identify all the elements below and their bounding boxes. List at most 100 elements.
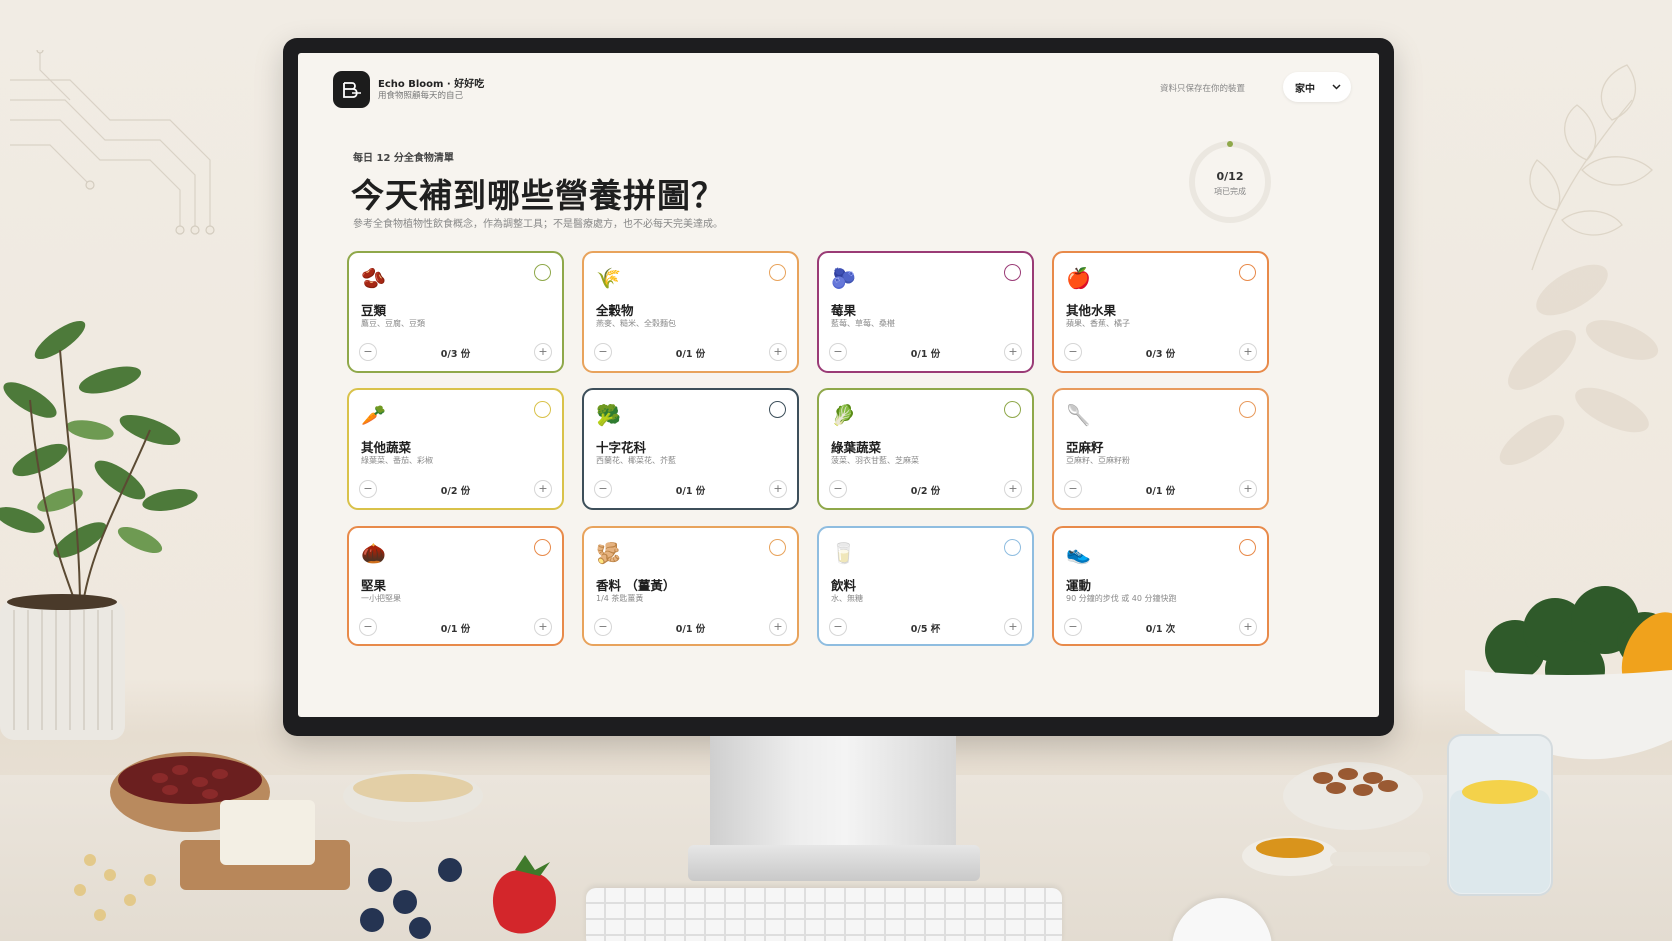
food-card-leafy-greens[interactable]: 🥬 綠葉蔬菜 菠菜、羽衣甘藍、芝麻菜 0/2 份 − + xyxy=(817,388,1034,510)
oats-bowl xyxy=(343,770,483,822)
complete-checkbox[interactable] xyxy=(1004,401,1021,418)
serving-count: 0/2 份 xyxy=(440,486,471,497)
complete-checkbox[interactable] xyxy=(1004,539,1021,556)
card-title: 運動 xyxy=(1066,578,1092,593)
increment-button[interactable]: + xyxy=(1239,480,1257,498)
serving-count: 0/3 份 xyxy=(440,349,471,360)
complete-checkbox[interactable] xyxy=(769,264,786,281)
decrement-button[interactable]: − xyxy=(1064,480,1082,498)
food-card-cruciferous[interactable]: 🥦 十字花科 西蘭花、椰菜花、芥藍 0/1 份 − + xyxy=(582,388,799,510)
spices-turmeric-icon: 🫚 xyxy=(596,541,621,565)
serving-count: 0/1 份 xyxy=(675,486,706,497)
decrement-button[interactable]: − xyxy=(829,480,847,498)
food-card-beverages[interactable]: 🥛 飲料 水、無糖 0/5 杯 − + xyxy=(817,526,1034,646)
complete-checkbox[interactable] xyxy=(1239,539,1256,556)
serving-count: 0/3 份 xyxy=(1145,349,1176,360)
leafy-greens-icon: 🥬 xyxy=(831,403,856,427)
card-title: 莓果 xyxy=(831,303,857,318)
serving-count: 0/1 次 xyxy=(1145,624,1176,635)
increment-button[interactable]: + xyxy=(534,343,552,361)
complete-checkbox[interactable] xyxy=(769,401,786,418)
food-card-other-fruits[interactable]: 🍎 其他水果 蘋果、香蕉、橘子 0/3 份 − + xyxy=(1052,251,1269,373)
card-title: 綠葉蔬菜 xyxy=(831,440,882,455)
increment-button[interactable]: + xyxy=(534,480,552,498)
card-description: 亞麻籽、亞麻籽粉 xyxy=(1066,456,1130,465)
food-card-exercise[interactable]: 👟 運動 90 分鐘的步伐 或 40 分鐘快跑 0/1 次 − + xyxy=(1052,526,1269,646)
app-logo-icon xyxy=(333,71,370,108)
increment-button[interactable]: + xyxy=(769,480,787,498)
complete-checkbox[interactable] xyxy=(534,264,551,281)
profile-select-value: 家中 xyxy=(1295,83,1315,95)
other-fruits-icon: 🍎 xyxy=(1066,266,1091,290)
increment-button[interactable]: + xyxy=(1004,343,1022,361)
legumes-icon: 🫘 xyxy=(361,266,386,290)
privacy-note: 資料只保存在你的裝置 xyxy=(1160,84,1246,94)
monitor-stand-base xyxy=(688,845,980,881)
food-card-other-vegetables[interactable]: 🥕 其他蔬菜 綠葉菜、番茄、彩椒 0/2 份 − + xyxy=(347,388,564,510)
serving-count: 0/1 份 xyxy=(910,349,941,360)
card-description: 水、無糖 xyxy=(831,594,863,603)
food-card-spices-turmeric[interactable]: 🫚 香料 （薑黃） 1/4 茶匙薑黃 0/1 份 − + xyxy=(582,526,799,646)
decrement-button[interactable]: − xyxy=(359,343,377,361)
card-description: 西蘭花、椰菜花、芥藍 xyxy=(596,456,676,465)
increment-button[interactable]: + xyxy=(1239,618,1257,636)
increment-button[interactable]: + xyxy=(1239,343,1257,361)
card-title: 全穀物 xyxy=(596,303,634,318)
decrement-button[interactable]: − xyxy=(594,343,612,361)
food-card-legumes[interactable]: 🫘 豆類 鷹豆、豆腐、豆類 0/3 份 − + xyxy=(347,251,564,373)
food-card-whole-grains[interactable]: 🌾 全穀物 燕麥、糙米、全穀麵包 0/1 份 − + xyxy=(582,251,799,373)
serving-count: 0/1 份 xyxy=(675,349,706,360)
food-card-flaxseed[interactable]: 🥄 亞麻籽 亞麻籽、亞麻籽粉 0/1 份 − + xyxy=(1052,388,1269,510)
increment-button[interactable]: + xyxy=(769,343,787,361)
decrement-button[interactable]: − xyxy=(359,618,377,636)
card-title: 其他蔬菜 xyxy=(361,440,412,455)
increment-button[interactable]: + xyxy=(534,618,552,636)
decrement-button[interactable]: − xyxy=(1064,343,1082,361)
page-eyebrow: 每日 12 分全食物清單 xyxy=(353,153,454,164)
decrement-button[interactable]: − xyxy=(829,343,847,361)
card-title: 其他水果 xyxy=(1066,303,1117,318)
complete-checkbox[interactable] xyxy=(1239,401,1256,418)
berries xyxy=(360,855,556,939)
complete-checkbox[interactable] xyxy=(1239,264,1256,281)
card-description: 蘋果、香蕉、橘子 xyxy=(1066,319,1130,328)
decrement-button[interactable]: − xyxy=(829,618,847,636)
water-glass xyxy=(1447,734,1553,896)
potted-plant xyxy=(0,320,198,740)
monitor: Echo Bloom · 好好吃 用食物照顧每天的自己 資料只保存在你的裝置 家… xyxy=(283,38,1394,736)
circuit-decoration xyxy=(10,50,215,235)
increment-button[interactable]: + xyxy=(769,618,787,636)
food-card-berries[interactable]: 🫐 莓果 藍莓、草莓、桑椹 0/1 份 − + xyxy=(817,251,1034,373)
cruciferous-icon: 🥦 xyxy=(596,403,621,427)
decrement-button[interactable]: − xyxy=(594,618,612,636)
increment-button[interactable]: + xyxy=(1004,480,1022,498)
app-tagline: 用食物照顧每天的自己 xyxy=(378,91,464,101)
page-title: 今天補到哪些營養拼圖？ xyxy=(351,176,725,215)
whole-grains-icon: 🌾 xyxy=(596,266,621,290)
progress-label: 項已完成 xyxy=(1214,187,1246,196)
card-description: 菠菜、羽衣甘藍、芝麻菜 xyxy=(831,456,919,465)
decrement-button[interactable]: − xyxy=(594,480,612,498)
monitor-stand xyxy=(710,736,956,854)
serving-count: 0/1 份 xyxy=(675,624,706,635)
food-card-nuts[interactable]: 🌰 堅果 一小把堅果 0/1 份 − + xyxy=(347,526,564,646)
leaf-outline-decoration xyxy=(1529,64,1653,271)
top-bar: Echo Bloom · 好好吃 用食物照顧每天的自己 資料只保存在你的裝置 家… xyxy=(298,53,1379,137)
complete-checkbox[interactable] xyxy=(534,539,551,556)
card-title: 堅果 xyxy=(361,578,387,593)
progress-count: 0/12 xyxy=(1216,170,1244,183)
exercise-icon: 👟 xyxy=(1066,541,1091,565)
app-name: Echo Bloom · 好好吃 xyxy=(378,79,485,90)
complete-checkbox[interactable] xyxy=(769,539,786,556)
complete-checkbox[interactable] xyxy=(534,401,551,418)
app-screen: Echo Bloom · 好好吃 用食物照顧每天的自己 資料只保存在你的裝置 家… xyxy=(298,53,1379,717)
food-card-grid: 🫘 豆類 鷹豆、豆腐、豆類 0/3 份 − + 🌾 全穀物 燕麥、糙米、全穀麵包 0/1 份 − + 🫐… xyxy=(347,251,1269,651)
increment-button[interactable]: + xyxy=(1004,618,1022,636)
beverages-icon: 🥛 xyxy=(831,541,856,565)
complete-checkbox[interactable] xyxy=(1004,264,1021,281)
card-description: 90 分鐘的步伐 或 40 分鐘快跑 xyxy=(1066,594,1177,603)
decrement-button[interactable]: − xyxy=(1064,618,1082,636)
decrement-button[interactable]: − xyxy=(359,480,377,498)
profile-select[interactable]: 家中 xyxy=(1283,72,1351,102)
page-subtitle: 參考全食物植物性飲食概念，作為調整工具；不是醫療處方，也不必每天完美達成。 xyxy=(353,219,723,230)
